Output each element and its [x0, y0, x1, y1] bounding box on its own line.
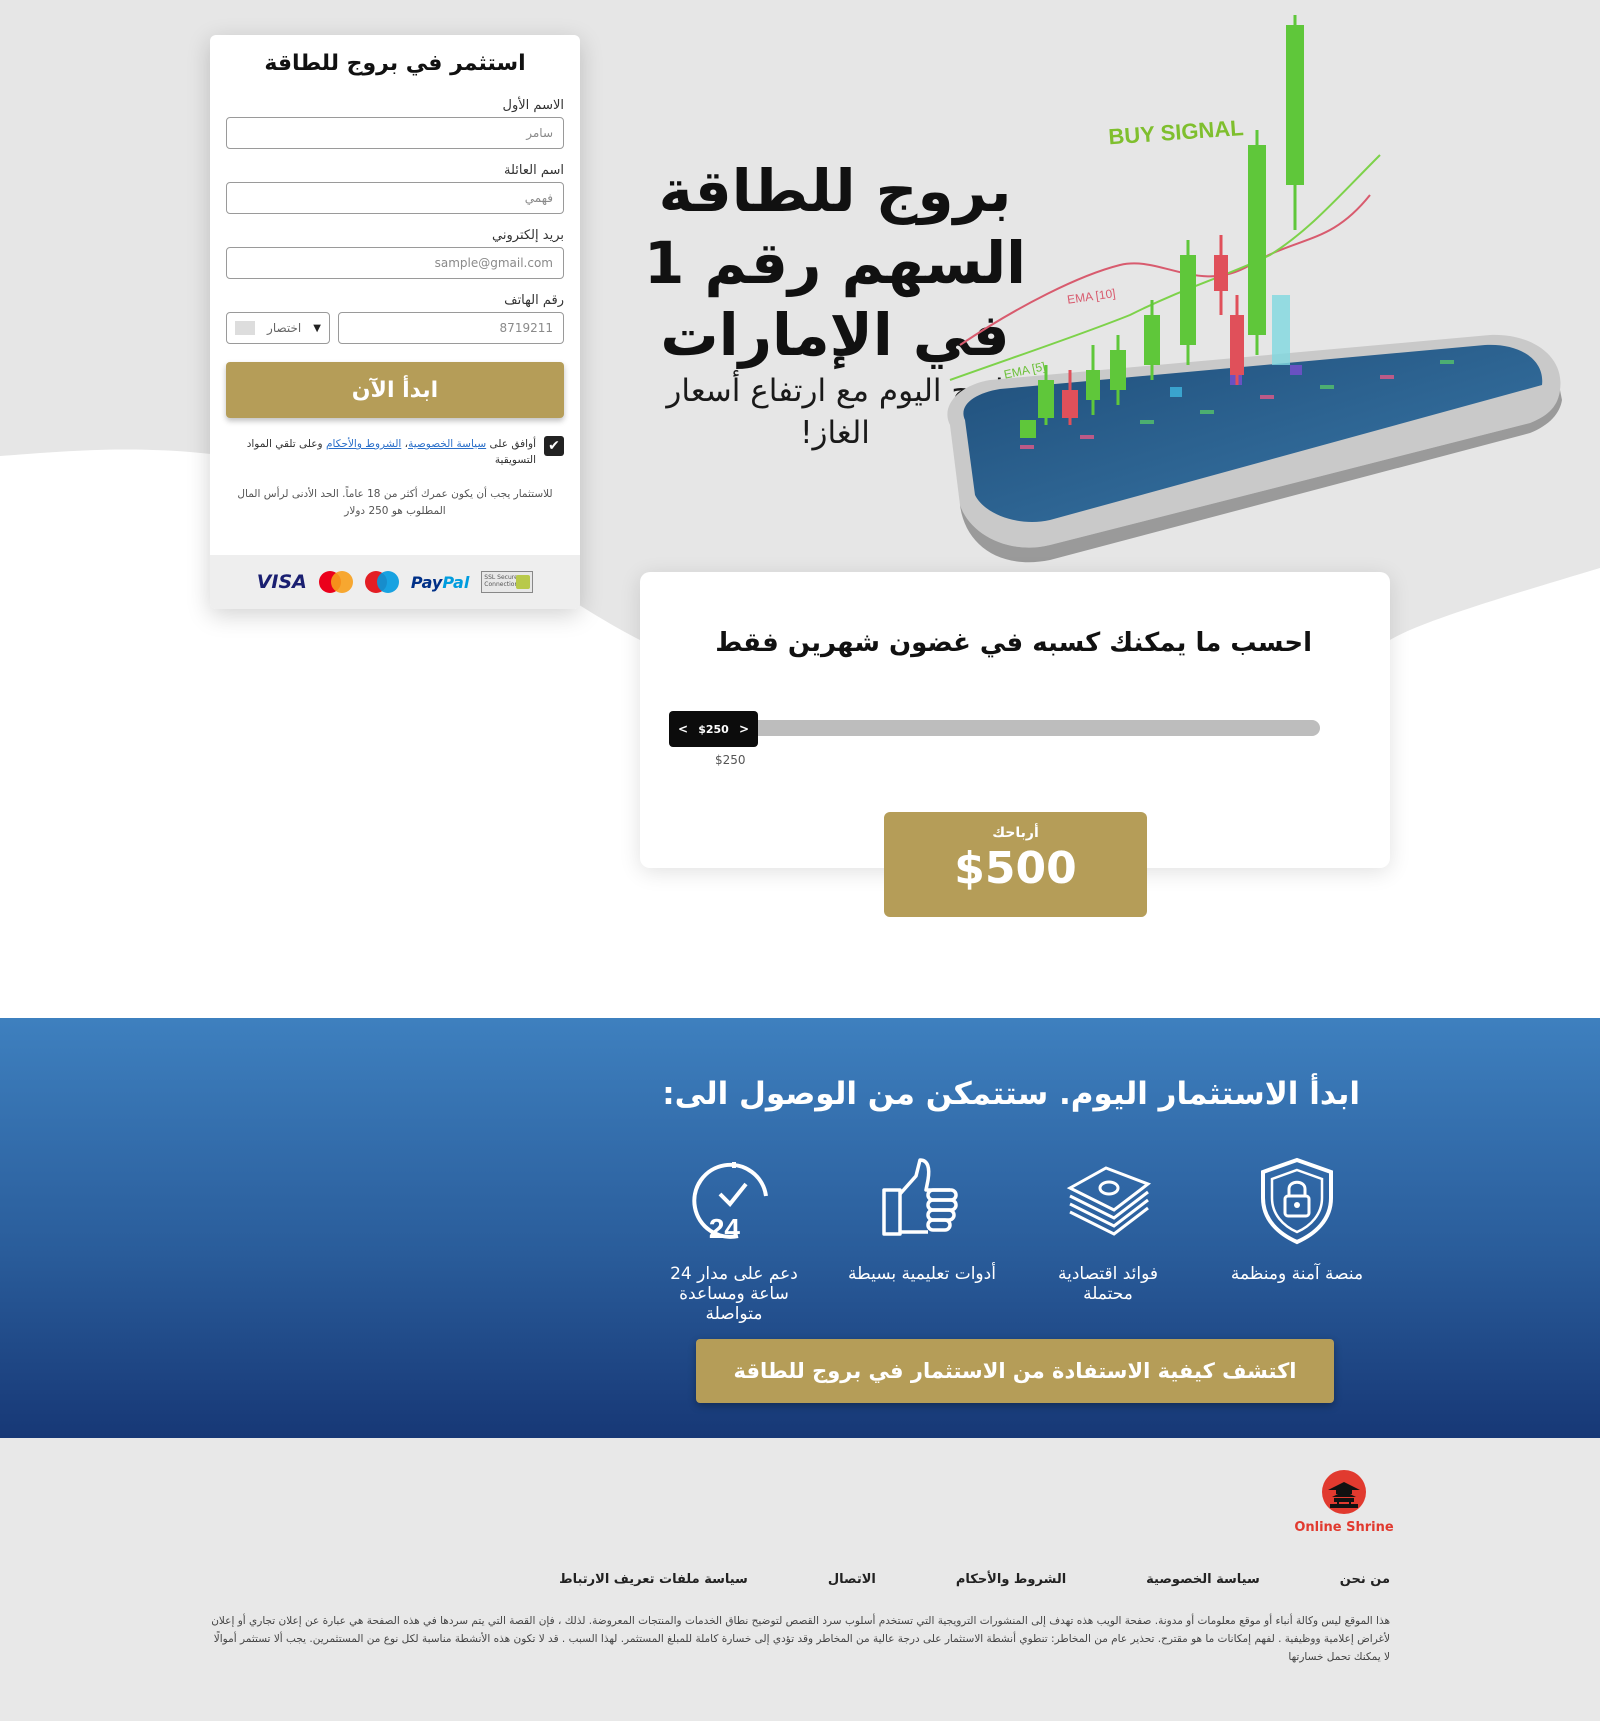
svg-text:24: 24 [709, 1213, 741, 1244]
shrine-logo-icon [1322, 1470, 1366, 1514]
logo-text: Online Shrine [1294, 1520, 1394, 1535]
consent-prefix: أوافق على [489, 438, 536, 450]
benefit-label: منصة آمنة ومنظمة [1230, 1264, 1364, 1284]
mastercard-logo [318, 571, 353, 593]
benefits-section: ابدأ الاستثمار اليوم. ستتمكن من الوصول ا… [0, 1018, 1600, 1438]
calculator-title: احسب ما يمكنك كسبه في غضون شهرين فقط [715, 628, 1312, 658]
email-input[interactable] [226, 247, 564, 279]
slider-value: $250 [698, 722, 729, 736]
site-logo[interactable]: Online Shrine [1294, 1470, 1394, 1535]
benefit-label: فوائد اقتصادية محتملة [1057, 1264, 1158, 1304]
thumbs-up-icon [882, 1158, 958, 1236]
country-code-select[interactable]: ▼ اختصار [226, 312, 330, 344]
visa-logo: VISA [256, 571, 307, 593]
profit-label: أرباحك [992, 825, 1039, 841]
country-code-value: اختصار [267, 321, 302, 335]
footer-link-cookies[interactable]: سياسة ملفات تعريف الارتباط [559, 1572, 748, 1587]
footer-link-terms[interactable]: الشروط والأحكام [956, 1572, 1066, 1587]
phone-chart-illustration: — BUY SIGNAL EMA [10] EMA [5] [947, 15, 1562, 563]
flag-icon [235, 321, 255, 335]
footer-link-privacy[interactable]: سياسة الخصوصية [1146, 1572, 1260, 1587]
benefit-economic: فوائد اقتصادية محتملة [1033, 1154, 1183, 1304]
privacy-policy-link[interactable]: سياسة الخصوصية [408, 438, 486, 450]
chevron-down-icon: ▼ [313, 322, 321, 334]
chevron-right-icon: > [738, 722, 749, 736]
buy-signal-label: BUY SIGNAL [1108, 115, 1245, 149]
benefit-secure-platform: منصة آمنة ومنظمة [1222, 1154, 1372, 1284]
phone-input[interactable] [338, 312, 564, 344]
hero-section: بروج للطاقة السهم رقم 1 في الإمارات اربح… [0, 0, 1600, 1018]
consent-row: ✔ أوافق على سياسة الخصوصية، الشروط والأح… [226, 436, 564, 468]
paypal-pay: Pay [410, 572, 443, 592]
slider-min-label: $250 [715, 753, 746, 767]
benefit-label: دعم على مدار 24 ساعة ومساعدة متواصلة [670, 1264, 798, 1324]
discover-cta-button[interactable]: اكتشف كيفية الاستفادة من الاستثمار في بر… [696, 1339, 1334, 1403]
profit-value: $500 [954, 843, 1077, 894]
paypal-logo: PayPal [411, 573, 469, 592]
maestro-logo [364, 571, 399, 593]
footer-link-about[interactable]: من نحن [1340, 1572, 1390, 1587]
clock-24-icon: 24 [692, 1162, 768, 1244]
ssl-badge: SSL Secure Connection [481, 571, 534, 593]
footer-link-contact[interactable]: الاتصال [828, 1572, 876, 1587]
last-name-label: اسم العائلة [504, 163, 564, 178]
registration-form: استثمر في بروج للطاقة الاسم الأول اسم ال… [210, 35, 580, 609]
email-label: بريد إلكتروني [492, 228, 564, 243]
benefit-tools: أدوات تعليمية بسيطة [847, 1154, 997, 1284]
first-name-label: الاسم الأول [502, 98, 564, 113]
shield-lock-icon [1261, 1157, 1333, 1245]
last-name-input[interactable] [226, 182, 564, 214]
phone-label: رقم الهاتف [504, 293, 564, 308]
paypal-pal: Pal [442, 572, 470, 592]
consent-checkbox[interactable]: ✔ [544, 436, 564, 456]
terms-link[interactable]: الشروط والأحكام [326, 438, 401, 450]
benefit-support: 24 دعم على مدار 24 ساعة ومساعدة متواصلة [659, 1154, 809, 1324]
ssl-text: SSL Secure Connection [484, 574, 519, 588]
phone-row: ▼ اختصار [226, 312, 564, 344]
benefit-label: أدوات تعليمية بسيطة [848, 1264, 996, 1284]
first-name-input[interactable] [226, 117, 564, 149]
consent-text: أوافق على سياسة الخصوصية، الشروط والأحكا… [226, 436, 536, 468]
chevron-left-icon: < [678, 722, 689, 736]
investment-note: للاستثمار يجب أن يكون عمرك أكثر من 18 عا… [237, 488, 553, 517]
money-stack-icon [1066, 1166, 1152, 1236]
footer-disclaimer: هذا الموقع ليس وكالة أنباء أو موقع معلوم… [211, 1615, 1390, 1663]
payment-logos: SSL Secure Connection PayPal VISA [210, 555, 580, 609]
benefits-title: ابدأ الاستثمار اليوم. ستتمكن من الوصول ا… [662, 1076, 1360, 1112]
start-now-button[interactable]: ابدأ الآن [226, 362, 564, 418]
footer: Online Shrine من نحن سياسة الخصوصية الشر… [0, 1438, 1600, 1721]
investment-slider-thumb[interactable]: < $250 > [669, 711, 758, 747]
investment-slider-track[interactable] [676, 720, 1320, 736]
form-title: استثمر في بروج للطاقة [264, 51, 526, 76]
ema10-label: EMA [10] [1066, 286, 1116, 307]
profit-result: أرباحك $500 [884, 812, 1147, 917]
footer-nav: من نحن سياسة الخصوصية الشروط والأحكام ال… [559, 1572, 1390, 1587]
